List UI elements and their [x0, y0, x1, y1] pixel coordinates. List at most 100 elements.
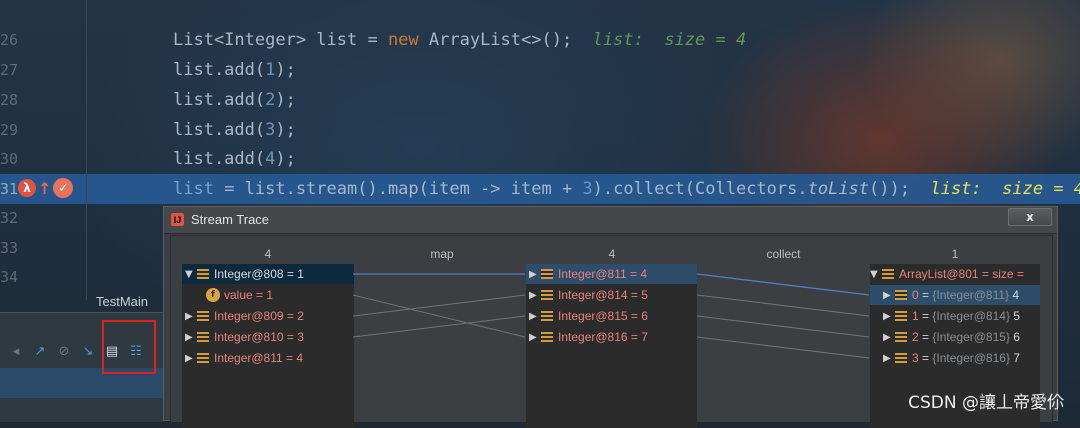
inline-debug-hint: list: size = 4	[930, 179, 1080, 199]
step-out-icon[interactable]: ↗	[32, 343, 48, 359]
tree-row[interactable]: ▶ Integer@809 = 2	[185, 306, 304, 326]
value-label: Integer@811 = 4	[214, 351, 304, 365]
line-number: 33	[0, 239, 19, 257]
value-label: 7	[1013, 351, 1020, 365]
code-text: List<Integer> list =	[173, 30, 388, 50]
object-icon	[197, 353, 209, 363]
object-icon	[541, 269, 553, 279]
code-line-28[interactable]: list.add(2);	[173, 90, 296, 110]
value-label: 6	[1013, 330, 1020, 344]
tree-row[interactable]: ▶ 0 = {Integer@811} 4	[870, 285, 1040, 305]
collapsed-arrow-icon[interactable]: ▶	[529, 290, 541, 301]
step-up-arrow-icon[interactable]: ↑	[38, 179, 51, 198]
run-to-cursor-icon[interactable]: ↘	[80, 343, 96, 359]
index-label: 2	[912, 330, 919, 344]
expanded-arrow-icon[interactable]: ▼	[870, 269, 882, 280]
code-line-30[interactable]: list.add(4);	[173, 149, 296, 169]
collect-operation-header: collect	[766, 247, 801, 261]
reference-label: {Integer@816}	[932, 351, 1010, 365]
code-number: 3	[582, 179, 593, 199]
collapsed-arrow-icon[interactable]: ▶	[529, 269, 541, 280]
code-text: list.add(	[173, 149, 266, 169]
index-label: 0	[912, 288, 919, 302]
tree-row[interactable]: ▶ 1 = {Integer@814} 5	[883, 306, 1020, 326]
code-text: list.add(	[173, 90, 266, 110]
object-icon	[197, 311, 209, 321]
value-label: Integer@815 = 6	[558, 309, 648, 323]
value-label: Integer@816 = 7	[558, 330, 648, 344]
value-label: Integer@811 = 4	[558, 267, 648, 281]
line-number: 34	[0, 268, 19, 286]
line-number-gutter: 26 27 28 29 30 31 32 33 34	[0, 0, 87, 300]
debug-tab-testmain[interactable]: TestMain	[96, 294, 148, 309]
tree-row[interactable]: ▶ 3 = {Integer@816} 7	[883, 348, 1020, 368]
lambda-icon[interactable]: λ	[18, 179, 36, 197]
mapped-values-column: ▶ Integer@811 = 4 ▶ Integer@814 = 5 ▶ Integ…	[526, 264, 697, 428]
tree-row-field[interactable]: f value = 1	[206, 285, 273, 305]
reference-label: {Integer@815}	[932, 330, 1010, 344]
drop-frame-icon[interactable]: ⊘	[56, 343, 72, 359]
tree-row[interactable]: ▶ 2 = {Integer@815} 6	[883, 327, 1020, 347]
tree-row[interactable]: ▶ Integer@815 = 6	[529, 306, 648, 326]
value-label: Integer@810 = 3	[214, 330, 304, 344]
tree-row[interactable]: ▶ Integer@811 = 4	[526, 264, 697, 284]
value-label: Integer@808 = 1	[214, 267, 304, 281]
object-icon	[197, 269, 209, 279]
field-icon: f	[206, 288, 220, 302]
value-label: 4	[1012, 288, 1020, 302]
line-number: 32	[0, 209, 19, 227]
code-line-26[interactable]: List<Integer> list = new ArrayList<>(); …	[173, 30, 746, 50]
collapsed-arrow-icon[interactable]: ▶	[883, 353, 895, 364]
tree-row[interactable]: ▶ Integer@814 = 5	[529, 285, 648, 305]
source-values-column: ▼ Integer@808 = 1 f value = 1 ▶ Integer@809…	[182, 264, 354, 428]
reference-label: {Integer@814}	[932, 309, 1010, 323]
value-label: Integer@814 = 5	[558, 288, 648, 302]
code-line-27[interactable]: list.add(1);	[173, 60, 296, 80]
expanded-arrow-icon[interactable]: ▼	[185, 269, 197, 280]
tree-row[interactable]: ▼ Integer@808 = 1	[182, 264, 354, 284]
object-icon	[895, 332, 907, 342]
line-number: 29	[0, 121, 19, 139]
value-label: 5	[1013, 309, 1020, 323]
code-text: );	[275, 90, 296, 110]
tree-row[interactable]: ▶ Integer@816 = 7	[529, 327, 648, 347]
collapsed-arrow-icon[interactable]: ▶	[883, 332, 895, 343]
collapsed-arrow-icon[interactable]: ▶	[185, 332, 197, 343]
tree-row[interactable]: ▶ Integer@811 = 4	[185, 348, 303, 368]
code-number: 4	[265, 149, 276, 169]
code-keyword: new	[387, 30, 419, 50]
collapsed-arrow-icon[interactable]: ▶	[883, 290, 895, 301]
collapsed-arrow-icon[interactable]: ▶	[529, 332, 541, 343]
code-text: );	[275, 60, 296, 80]
object-icon	[882, 269, 894, 279]
object-icon	[197, 332, 209, 342]
step-icon[interactable]: ◂	[8, 343, 24, 359]
collapsed-arrow-icon[interactable]: ▶	[185, 353, 197, 364]
code-number: 3	[265, 120, 276, 140]
collapsed-arrow-icon[interactable]: ▶	[529, 311, 541, 322]
tree-row[interactable]: ▶ Integer@810 = 3	[185, 327, 304, 347]
line-number: 31	[0, 180, 19, 198]
breakpoint-check-icon[interactable]: ✓	[53, 178, 74, 198]
intellij-logo-icon: IJ	[171, 213, 184, 226]
code-text: ());	[869, 179, 910, 199]
watermark: CSDN @讓丄帝愛伱	[908, 393, 1064, 413]
dialog-title: Stream Trace	[191, 212, 270, 227]
code-method: toList	[807, 179, 870, 199]
collapsed-arrow-icon[interactable]: ▶	[883, 311, 895, 322]
inline-debug-hint: list: size = 4	[592, 30, 747, 50]
code-line-29[interactable]: list.add(3);	[173, 120, 296, 140]
close-button[interactable]: x	[1008, 208, 1052, 226]
code-text: );	[275, 120, 296, 140]
map-operation-header: map	[430, 247, 454, 261]
gutter-markers: λ ↑ ✓	[18, 176, 74, 200]
collapsed-arrow-icon[interactable]: ▶	[185, 311, 197, 322]
code-line-31[interactable]: list = list.stream().map(item -> item + …	[173, 179, 1080, 199]
code-text: ArrayList<>();	[418, 30, 573, 50]
tree-row[interactable]: ▼ ArrayList@801 = size =	[870, 264, 1024, 284]
index-label: 3	[912, 351, 919, 365]
code-number: 1	[265, 60, 276, 80]
dialog-title-bar[interactable]: IJ Stream Trace x	[164, 207, 1057, 234]
result-count-header: 1	[951, 247, 959, 261]
value-label: ArrayList@801 = size =	[899, 267, 1024, 281]
